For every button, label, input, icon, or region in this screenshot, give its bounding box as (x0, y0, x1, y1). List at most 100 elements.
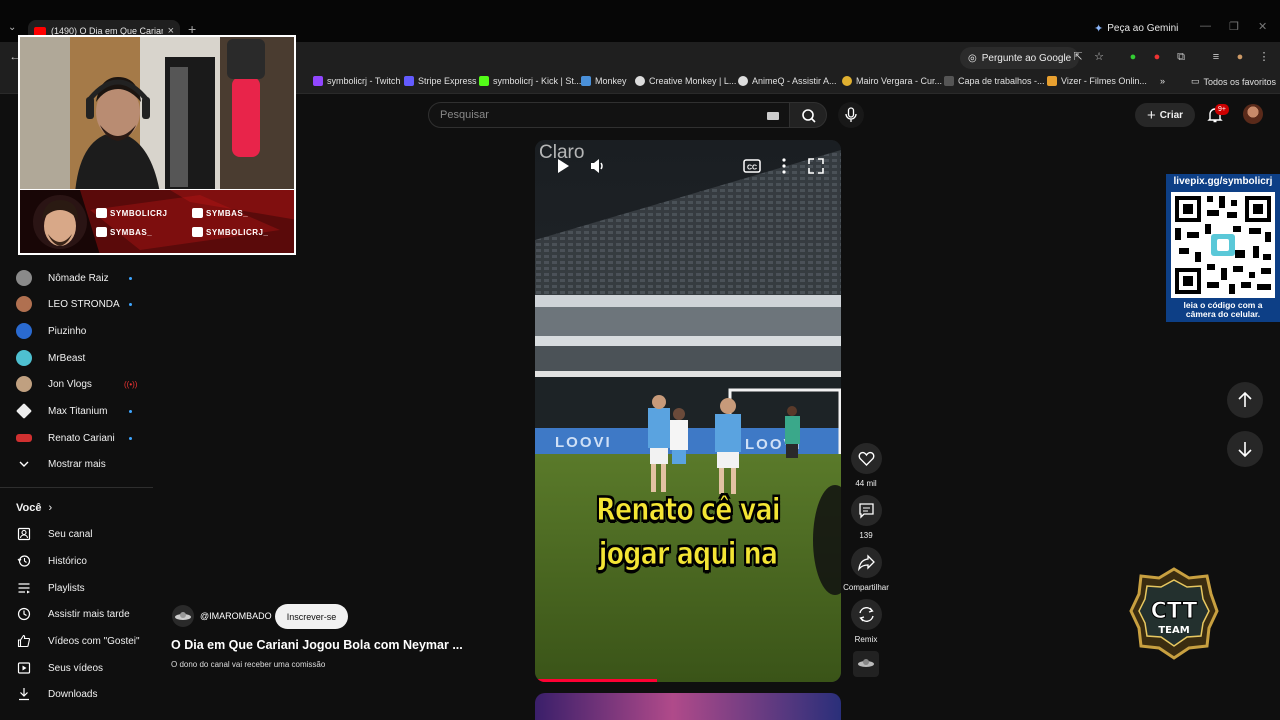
sidebar-item-your-videos[interactable]: Seus vídeos (0, 656, 150, 680)
play-icon[interactable] (553, 156, 573, 176)
tiktok-icon (192, 208, 203, 218)
sidebar-item-liked-videos[interactable]: Vídeos com "Gostei" (0, 629, 150, 653)
tab-search-icon[interactable]: ⌄ (8, 22, 16, 33)
ask-google-button[interactable]: ◎ Pergunte ao Google (960, 47, 1080, 69)
channel-name: Piuzinho (48, 325, 87, 337)
bookmark-label: Capa de trabalhos -... (958, 76, 1045, 86)
sidebar-item-your-channel[interactable]: Seu canal (0, 522, 150, 546)
bookmark-item[interactable]: Creative Monkey | L... (635, 76, 736, 86)
qr-code (1171, 192, 1275, 298)
social-handle: SYMBOLICRJ (110, 208, 168, 218)
plus-icon: + (1146, 106, 1156, 124)
bookmark-label: AnimeQ - Assistir A... (752, 76, 837, 86)
bookmark-item[interactable]: Capa de trabalhos -... (944, 76, 1045, 86)
gemini-button[interactable]: ✦ Peça ao Gemini (1094, 22, 1178, 35)
bookmark-label: symbolicrj - Kick | St... (493, 76, 582, 86)
bookmark-item[interactable]: Monkey (581, 76, 627, 86)
video-title[interactable]: O Dia em Que Cariani Jogou Bola com Neym… (171, 638, 463, 652)
you-section-header[interactable]: Você › (16, 502, 52, 514)
install-app-icon[interactable]: ⇱ (1071, 50, 1085, 64)
search-button[interactable] (789, 102, 827, 128)
instagram-icon (192, 227, 203, 237)
minimize-icon[interactable]: — (1200, 20, 1211, 32)
sidebar-item-downloads[interactable]: Downloads (0, 682, 150, 706)
shorts-video-player[interactable]: LOOVI LOOVI Claro CC Renato cê vai jogar… (535, 140, 841, 682)
channel-name: Nômade Raiz (48, 272, 109, 284)
next-video-button[interactable] (1227, 431, 1263, 467)
bookmark-label: Mairo Vergara - Cur... (856, 76, 943, 86)
twitch-icon (313, 76, 323, 86)
previous-video-button[interactable] (1227, 382, 1263, 418)
remix-label: Remix (854, 635, 878, 644)
share-button[interactable] (851, 547, 882, 578)
all-favorites-button[interactable]: ▭ Todos os favoritos (1191, 76, 1276, 87)
search-input[interactable] (440, 109, 740, 121)
bookmark-star-icon[interactable]: ☆ (1092, 50, 1106, 64)
sound-thumbnail[interactable] (853, 651, 879, 677)
bookmark-item[interactable]: AnimeQ - Assistir A... (738, 76, 837, 86)
sidebar-channel-item[interactable]: Max Titanium (0, 399, 150, 423)
social-tiktok: SYMBAS_ (192, 208, 248, 218)
sidebar-channel-item[interactable]: Nômade Raiz (0, 266, 150, 290)
social-handle: SYMBAS_ (206, 208, 249, 218)
lens-icon: ◎ (968, 52, 977, 64)
next-video-preview[interactable] (535, 693, 841, 720)
voice-search-button[interactable] (838, 102, 864, 128)
social-twitch: SYMBOLICRJ (96, 208, 167, 218)
sidebar-channel-item[interactable]: MrBeast (0, 346, 150, 370)
sidebar-channel-item[interactable]: Piuzinho (0, 319, 150, 343)
maximize-icon[interactable]: ❐ (1229, 20, 1239, 33)
extension-red-icon[interactable]: ● (1150, 50, 1164, 64)
globe-icon (635, 76, 645, 86)
remix-icon (859, 607, 874, 622)
more-options-icon[interactable] (774, 156, 794, 176)
bookmark-item[interactable]: symbolicrj - Kick | St... (479, 76, 581, 86)
video-progress-bar[interactable] (535, 679, 658, 682)
qr-caption-line-2: câmera do celular. (1185, 309, 1261, 319)
create-button[interactable]: + Criar (1135, 103, 1195, 127)
channel-handle[interactable]: @IMAROMBADO (200, 611, 272, 621)
sidebar-channel-item[interactable]: LEO STRONDA (0, 292, 150, 316)
comments-button[interactable] (851, 495, 882, 526)
share-icon (858, 554, 875, 572)
bookmark-label: symbolicrj - Twitch (327, 76, 401, 86)
user-avatar[interactable] (1243, 104, 1263, 124)
volume-icon[interactable] (588, 156, 608, 176)
bookmark-item[interactable]: Mairo Vergara - Cur... (842, 76, 942, 86)
like-button[interactable] (851, 443, 882, 474)
profile-icon[interactable]: ● (1233, 50, 1247, 64)
channel-avatar (16, 403, 32, 419)
bookmark-item[interactable]: symbolicrj - Twitch (313, 76, 400, 86)
captions-icon[interactable]: CC (742, 156, 762, 176)
remix-button[interactable] (851, 599, 882, 630)
media-control-icon[interactable]: ≡ (1209, 50, 1223, 64)
extension-green-icon[interactable]: ● (1126, 50, 1140, 64)
browser-menu-icon[interactable]: ⋮ (1257, 50, 1271, 64)
sidebar-item-watch-later[interactable]: Assistir mais tarde (0, 602, 150, 626)
fullscreen-icon[interactable] (806, 156, 826, 176)
bookmark-item[interactable]: Vizer - Filmes Onlin... (1047, 76, 1147, 86)
sidebar-item-history[interactable]: Histórico (0, 549, 150, 573)
sidebar-item-label: Seus vídeos (48, 662, 104, 674)
sidebar-channel-item[interactable]: Renato Cariani (0, 426, 150, 450)
chevron-down-icon (19, 461, 29, 467)
channel-avatar[interactable] (172, 605, 194, 627)
channel-name: MrBeast (48, 352, 86, 364)
mairo-icon (842, 76, 852, 86)
channel-logo-icon (175, 612, 191, 620)
folder-icon: ▭ (1191, 76, 1200, 86)
sidebar-item-label: Playlists (48, 582, 85, 594)
sidebar-item-playlists[interactable]: Playlists (0, 576, 150, 600)
subscribe-button[interactable]: Inscrever-se (275, 604, 348, 629)
close-window-icon[interactable]: ✕ (1258, 20, 1267, 33)
show-more-button[interactable]: Mostrar mais (0, 452, 150, 476)
sidebar-channel-item[interactable]: Jon Vlogs ((•)) (0, 372, 150, 396)
notification-badge: 9+ (1215, 104, 1229, 115)
bookmark-item[interactable]: Stripe Express (404, 76, 477, 86)
keyboard-icon[interactable] (767, 112, 779, 120)
extensions-puzzle-icon[interactable]: ⧉ (1174, 50, 1188, 64)
more-bookmarks-icon[interactable]: » (1160, 76, 1165, 86)
your-videos-icon (17, 662, 31, 674)
channel-name: Renato Cariani (48, 432, 115, 444)
capa-icon (944, 76, 954, 86)
